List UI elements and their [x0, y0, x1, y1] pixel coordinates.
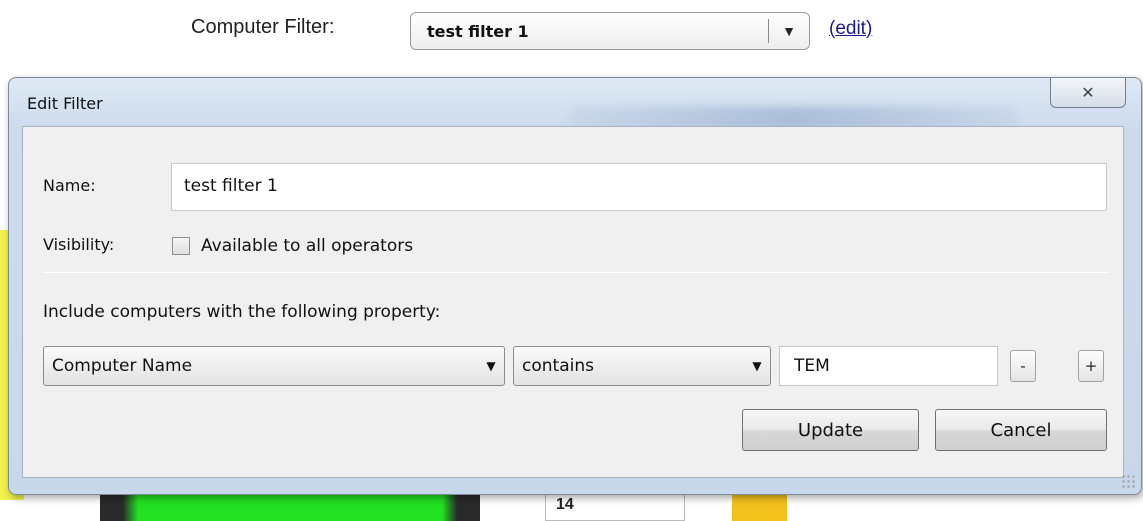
operator-select[interactable]: contains ▼	[513, 346, 771, 386]
remove-condition-button[interactable]: -	[1010, 350, 1036, 382]
resize-grip-icon[interactable]	[1121, 474, 1135, 488]
edit-link-label[interactable]: edit	[835, 18, 866, 39]
section-divider	[43, 272, 1109, 273]
dialog-content: Name: test filter 1 Visibility: Availabl…	[22, 126, 1124, 478]
computer-filter-label: Computer Filter:	[191, 16, 335, 38]
property-heading: Include computers with the following pro…	[43, 302, 441, 322]
dialog-title: Edit Filter	[27, 94, 103, 113]
visibility-checkbox-label[interactable]: Available to all operators	[201, 236, 413, 256]
chevron-down-icon: ▼	[752, 359, 762, 373]
add-condition-button[interactable]: +	[1078, 350, 1104, 382]
visibility-label: Visibility:	[43, 235, 115, 254]
cancel-button[interactable]: Cancel	[935, 409, 1107, 451]
name-label: Name:	[43, 176, 96, 195]
property-select[interactable]: Computer Name ▼	[43, 346, 505, 386]
update-button[interactable]: Update	[742, 409, 919, 451]
computer-filter-select[interactable]: test filter 1 ▼	[410, 12, 810, 50]
computer-filter-value: test filter 1	[427, 21, 529, 41]
chevron-down-icon: ▼	[486, 359, 496, 373]
background-number: 14	[556, 496, 574, 513]
chevron-down-icon[interactable]: ▼	[769, 23, 809, 39]
close-button[interactable]: ✕	[1050, 78, 1126, 108]
visibility-checkbox[interactable]	[172, 237, 190, 255]
edit-filter-link[interactable]: (edit)	[829, 18, 872, 40]
operator-select-value: contains	[522, 356, 594, 376]
name-input[interactable]: test filter 1	[171, 163, 1107, 211]
close-icon: ✕	[1081, 84, 1095, 102]
value-input[interactable]: TEM	[779, 346, 998, 386]
property-select-value: Computer Name	[52, 356, 193, 376]
edit-filter-dialog: Edit Filter ✕ Name: test filter 1 Visibi…	[8, 77, 1142, 495]
